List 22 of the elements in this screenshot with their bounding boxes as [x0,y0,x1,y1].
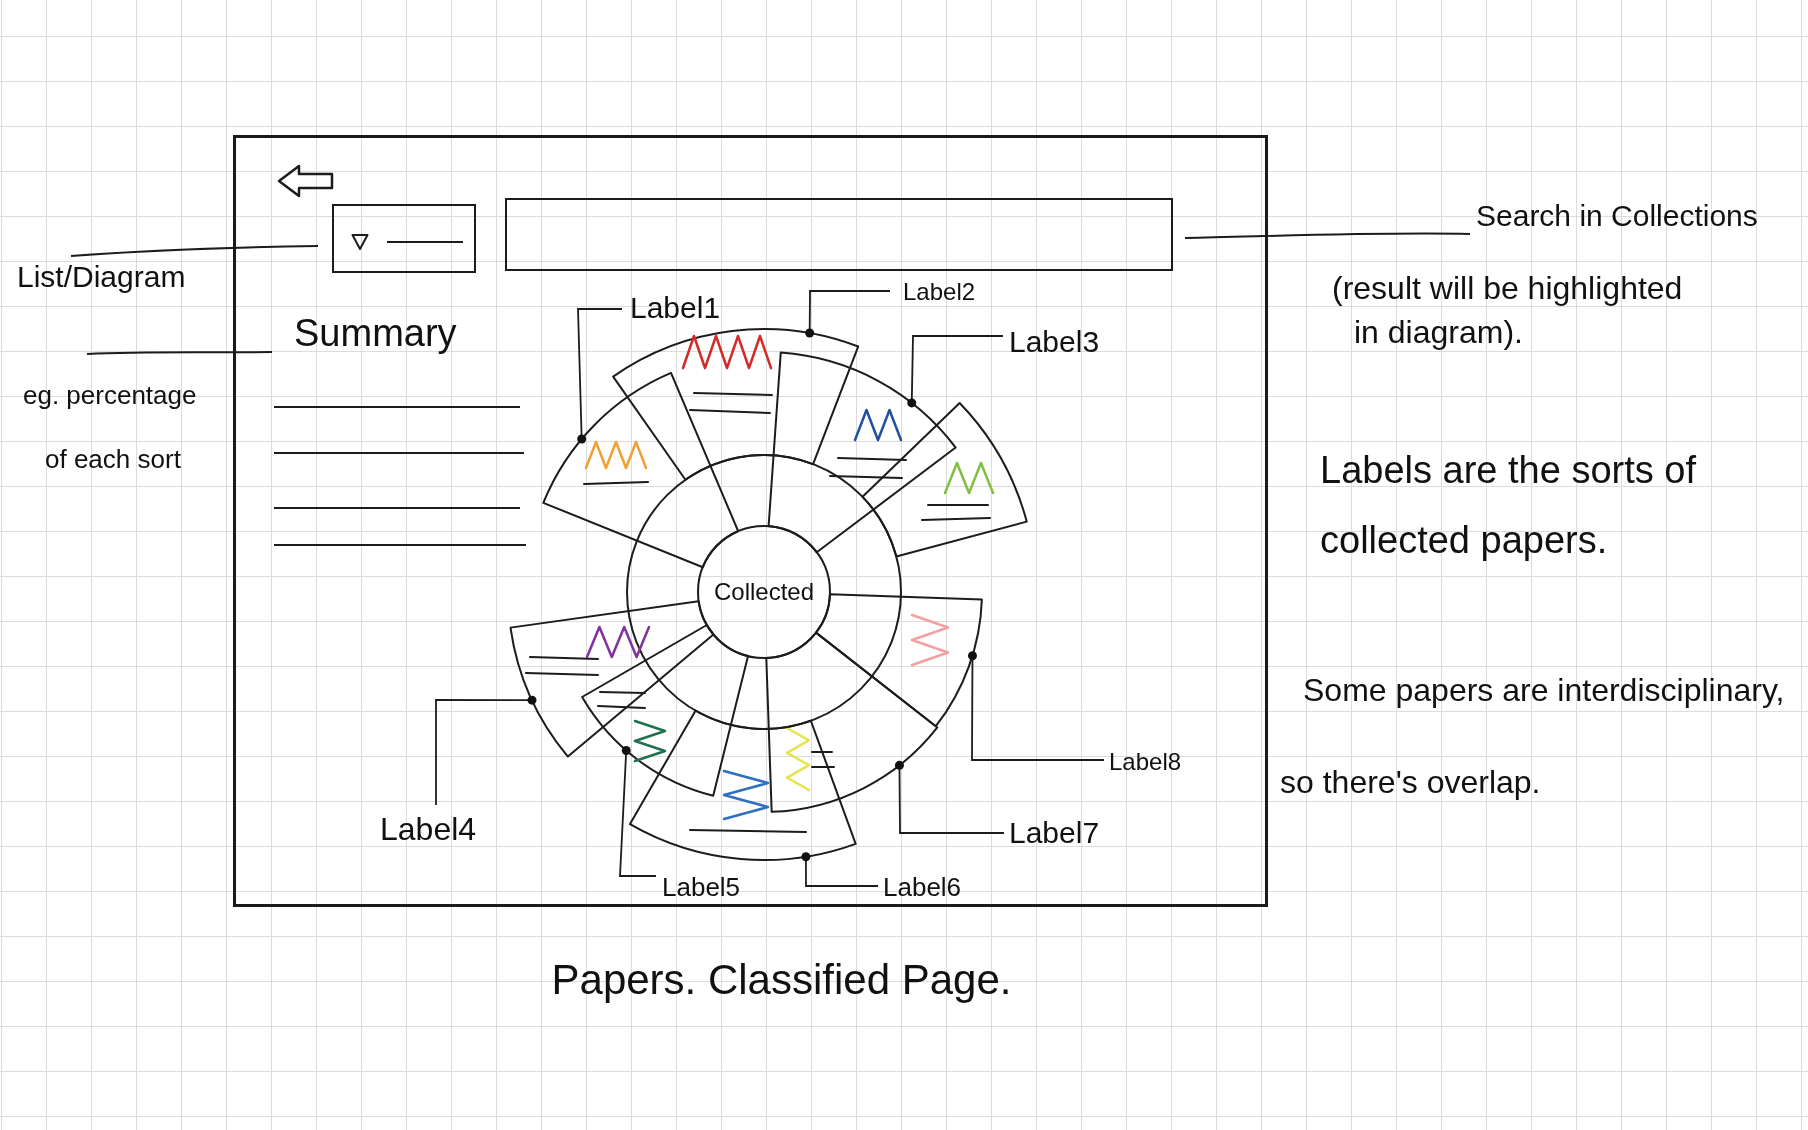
segment-label: Label7 [1009,816,1100,849]
annotation-text: eg. percentage of each sort [23,379,198,476]
arrow-left-icon [277,164,334,198]
annotation-text: List/Diagram [17,259,186,295]
page-caption: Papers. Classified Page. [551,955,1012,1005]
segment-label: Label1 [630,291,721,324]
segment-label: Label5 [662,872,741,902]
annotation-text: Search in Collections [1476,198,1758,234]
annotation-text: Some papers are interdisciplinary, so there's overlap. [1280,671,1786,802]
segment-label: Label6 [883,872,962,902]
search-field[interactable] [505,198,1173,271]
view-dropdown[interactable] [332,204,476,273]
center-label: Collected [713,578,815,605]
segment-label: Label2 [903,278,976,305]
segment-label: Label4 [380,811,477,847]
annotation-text: Labels are the sorts of collected papers. [1320,448,1697,563]
back-button[interactable] [277,164,334,198]
segment-label: Label8 [1109,748,1182,775]
segment-label: Label3 [1009,325,1100,358]
summary-heading: Summary [294,311,457,355]
caret-down-icon [351,232,369,251]
annotation-text: (result will be highlighted in diagram). [1332,269,1684,352]
